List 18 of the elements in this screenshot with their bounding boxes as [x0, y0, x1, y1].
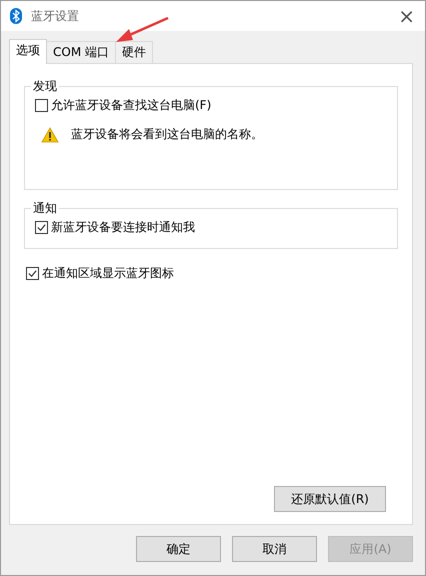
window-title: 蓝牙设置 [31, 8, 80, 24]
warning-text: 蓝牙设备将会看到这台电脑的名称。 [71, 126, 263, 143]
group-title: 发现 [32, 78, 58, 95]
group-title: 通知 [32, 200, 58, 217]
close-button[interactable]: × [398, 6, 415, 26]
checkbox-label: 允许蓝牙设备查找这台电脑(F) [51, 97, 212, 114]
checkbox[interactable] [35, 99, 48, 112]
checkbox-label: 在通知区域显示蓝牙图标 [42, 265, 174, 282]
reset-button[interactable]: 还原默认值(R) [274, 486, 386, 512]
tab[interactable]: 选项 [9, 39, 47, 64]
bluetooth-icon [9, 8, 23, 24]
dialog-button[interactable]: 确定 [136, 536, 221, 562]
tab[interactable]: 硬件 [115, 41, 153, 63]
checkbox-label: 新蓝牙设备要连接时通知我 [51, 219, 195, 236]
warning-icon [41, 126, 59, 142]
checkbox[interactable] [35, 221, 48, 234]
dialog-button[interactable]: 取消 [232, 536, 317, 562]
checkbox[interactable] [26, 267, 39, 280]
